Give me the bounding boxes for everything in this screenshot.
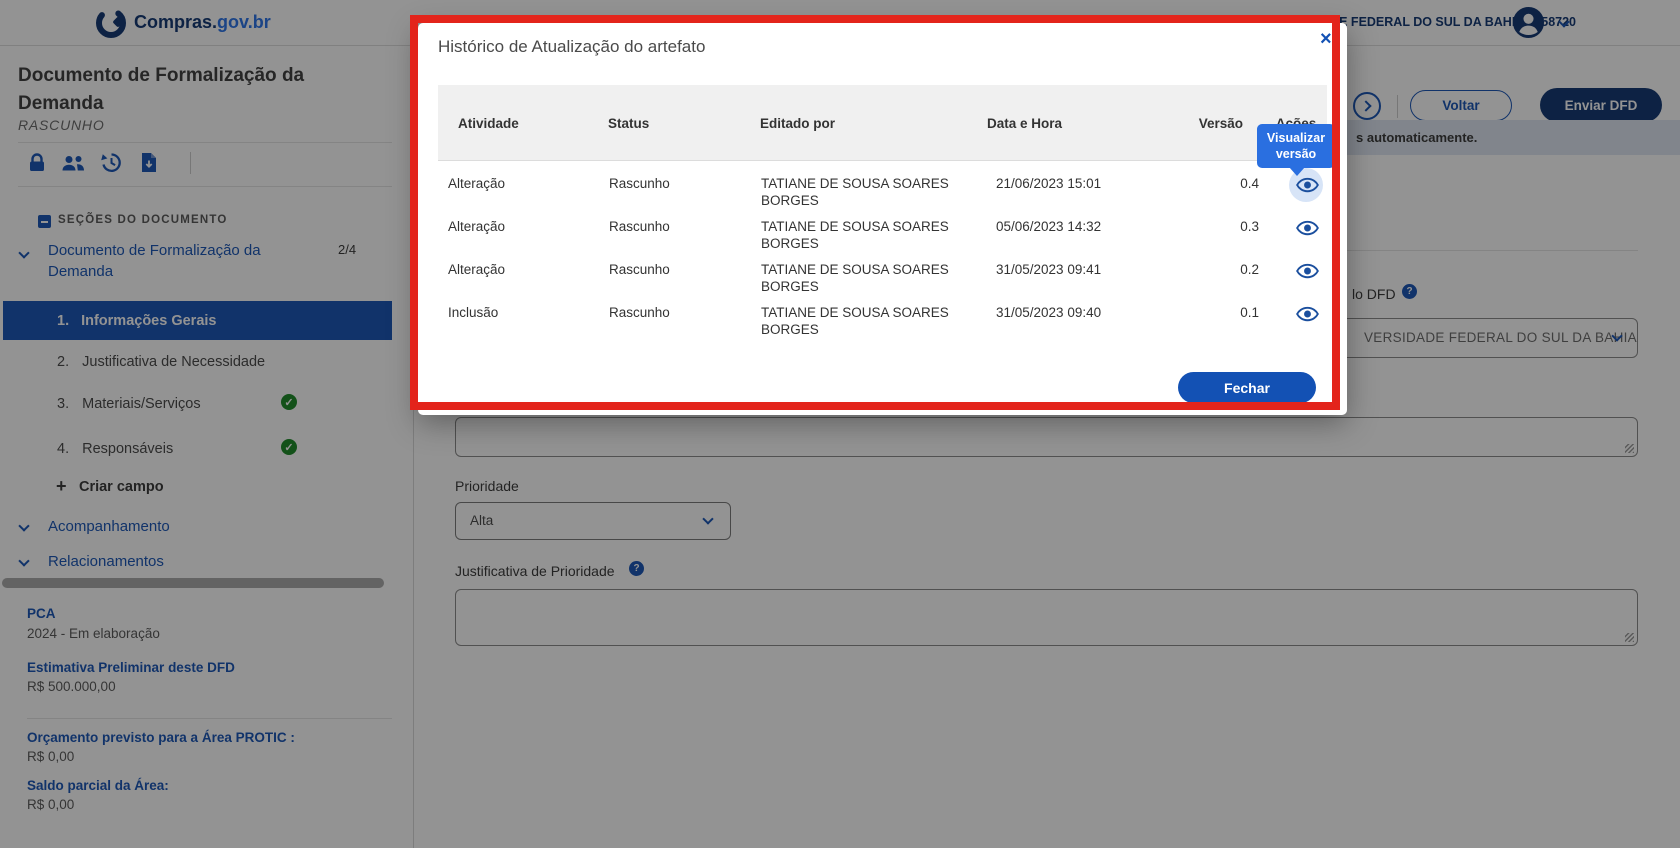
table-row: Alteração Rascunho TATIANE DE SOUSA SOAR… xyxy=(438,261,1327,301)
eye-icon xyxy=(1296,306,1319,322)
cell-atividade: Alteração xyxy=(448,218,505,235)
history-modal: Histórico de Atualização do artefato × A… xyxy=(418,23,1347,415)
cell-editado-por: TATIANE DE SOUSA SOARES BORGES xyxy=(761,175,971,209)
cell-editado-por: TATIANE DE SOUSA SOARES BORGES xyxy=(761,304,971,338)
eye-icon xyxy=(1296,177,1319,193)
cell-data-hora: 31/05/2023 09:41 xyxy=(996,261,1101,278)
view-version-button[interactable] xyxy=(1287,301,1327,327)
cell-versao: 0.2 xyxy=(1148,261,1259,278)
cell-versao: 0.1 xyxy=(1148,304,1259,321)
view-version-button[interactable] xyxy=(1287,215,1327,241)
cell-editado-por: TATIANE DE SOUSA SOARES BORGES xyxy=(761,261,971,295)
cell-status: Rascunho xyxy=(609,304,670,321)
table-header-row: Atividade Status Editado por Data e Hora… xyxy=(438,85,1327,161)
screen: Compras.gov.br UNIVERSIDADE FEDERAL DO S… xyxy=(0,0,1680,848)
cell-status: Rascunho xyxy=(609,175,670,192)
close-icon[interactable]: × xyxy=(1314,27,1338,52)
cell-editado-por: TATIANE DE SOUSA SOARES BORGES xyxy=(761,218,971,252)
column-header-data-e-hora: Data e Hora xyxy=(987,116,1062,131)
cell-status: Rascunho xyxy=(609,218,670,235)
cell-atividade: Alteração xyxy=(448,261,505,278)
view-version-button[interactable] xyxy=(1287,258,1327,284)
table-row: Alteração Rascunho TATIANE DE SOUSA SOAR… xyxy=(438,218,1327,258)
eye-icon xyxy=(1296,263,1319,279)
cell-versao: 0.3 xyxy=(1148,218,1259,235)
eye-icon xyxy=(1296,220,1319,236)
cell-status: Rascunho xyxy=(609,261,670,278)
column-header-versao: Versão xyxy=(1148,116,1243,131)
cell-data-hora: 21/06/2023 15:01 xyxy=(996,175,1101,192)
cell-versao: 0.4 xyxy=(1148,175,1259,192)
column-header-editado-por: Editado por xyxy=(760,116,835,131)
modal-title: Histórico de Atualização do artefato xyxy=(438,37,705,57)
cell-atividade: Alteração xyxy=(448,175,505,192)
column-header-atividade: Atividade xyxy=(458,116,519,131)
table-row: Inclusão Rascunho TATIANE DE SOUSA SOARE… xyxy=(438,304,1327,344)
fechar-button[interactable]: Fechar xyxy=(1178,372,1316,403)
cell-data-hora: 31/05/2023 09:40 xyxy=(996,304,1101,321)
cell-atividade: Inclusão xyxy=(448,304,498,321)
visualizar-versao-tooltip: Visualizar versão xyxy=(1257,124,1335,168)
tooltip-arrow xyxy=(1289,167,1305,176)
table-row: Alteração Rascunho TATIANE DE SOUSA SOAR… xyxy=(438,175,1327,215)
cell-data-hora: 05/06/2023 14:32 xyxy=(996,218,1101,235)
column-header-status: Status xyxy=(608,116,649,131)
